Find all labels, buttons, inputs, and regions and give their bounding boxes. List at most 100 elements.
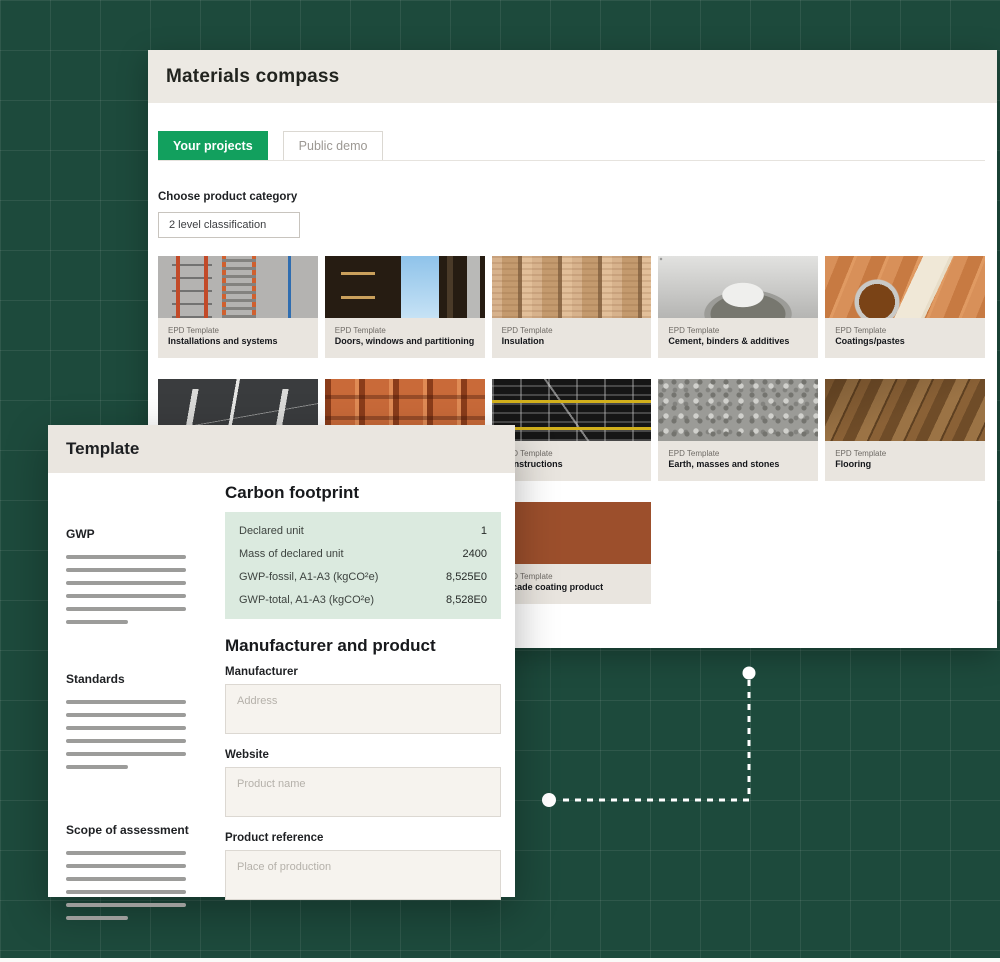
app-header: Materials compass xyxy=(148,50,997,103)
skeleton-line xyxy=(66,916,128,920)
template-section: Standards xyxy=(66,672,186,769)
category-select[interactable]: 2 level classification xyxy=(158,212,300,238)
carbon-footprint-table: Declared unit 1 Mass of declared unit 24… xyxy=(225,512,501,619)
field-label: Product reference xyxy=(225,832,501,844)
skeleton-line xyxy=(66,890,186,894)
product-reference-input[interactable] xyxy=(225,850,501,900)
card-name: Facade coating product xyxy=(502,582,642,593)
category-card-footer: EPD Template Flooring xyxy=(825,441,985,481)
skeleton-line xyxy=(66,851,186,855)
category-card[interactable]: EPD Template Facade coating product xyxy=(492,502,652,604)
skeleton-line xyxy=(66,877,186,881)
skeleton-line xyxy=(66,739,186,743)
template-section: Scope of assessment xyxy=(66,823,186,920)
form-field: Manufacturer xyxy=(225,666,501,739)
manufacturer-heading: Manufacturer and product xyxy=(225,636,501,656)
manufacturer-fields: Manufacturer Website Product reference xyxy=(225,666,501,905)
carbon-row-label: GWP-total, A1-A3 (kgCO²e) xyxy=(239,593,374,607)
skeleton-line xyxy=(66,620,128,624)
card-image-facade xyxy=(492,502,652,564)
card-name: Constructions xyxy=(502,459,642,470)
card-template-label: EPD Template xyxy=(835,325,975,336)
skeleton-line xyxy=(66,555,186,559)
category-select-value: 2 level classification xyxy=(169,219,266,231)
category-card-footer: EPD Template Doors, windows and partitio… xyxy=(325,318,485,358)
tab-public-demo[interactable]: Public demo xyxy=(283,131,384,160)
card-name: Installations and systems xyxy=(168,336,308,347)
template-panel: Template GWP Standards Scope of assessme… xyxy=(48,425,515,897)
page-background: { "app": { "title": "Materials compass" … xyxy=(0,0,1000,962)
template-nav-column: GWP Standards Scope of assessment xyxy=(66,473,186,929)
carbon-footprint-heading: Carbon footprint xyxy=(225,483,501,503)
manufacturer-input[interactable] xyxy=(225,684,501,734)
page-title: Materials compass xyxy=(166,66,339,88)
category-card-footer: EPD Template Insulation xyxy=(492,318,652,358)
tab-your-projects[interactable]: Your projects xyxy=(158,131,268,160)
card-image-gravel xyxy=(658,379,818,441)
template-section: GWP xyxy=(66,527,186,624)
skeleton-line xyxy=(66,726,186,730)
template-section-label: GWP xyxy=(66,527,186,541)
category-card[interactable]: EPD Template Constructions xyxy=(492,379,652,481)
carbon-table-row: Declared unit 1 xyxy=(239,524,487,538)
carbon-table-row: Mass of declared unit 2400 xyxy=(239,547,487,561)
carbon-row-label: GWP-fossil, A1-A3 (kgCO²e) xyxy=(239,570,378,584)
template-section-label: Standards xyxy=(66,672,186,686)
website-input[interactable] xyxy=(225,767,501,817)
template-form-column: Carbon footprint Declared unit 1 Mass of… xyxy=(225,473,501,905)
card-template-label: EPD Template xyxy=(502,571,642,582)
skeleton-lines xyxy=(66,851,186,920)
card-name: Flooring xyxy=(835,459,975,470)
template-panel-header: Template xyxy=(48,425,515,473)
card-image-insulation xyxy=(492,256,652,318)
card-name: Coatings/pastes xyxy=(835,336,975,347)
card-image-coatings xyxy=(825,256,985,318)
template-panel-title: Template xyxy=(66,439,139,459)
card-template-label: EPD Template xyxy=(668,325,808,336)
card-template-label: EPD Template xyxy=(835,448,975,459)
card-template-label: EPD Template xyxy=(668,448,808,459)
field-label: Website xyxy=(225,749,501,761)
skeleton-line xyxy=(66,700,186,704)
carbon-row-label: Declared unit xyxy=(239,524,304,538)
category-card-footer: EPD Template Facade coating product xyxy=(492,564,652,604)
skeleton-line xyxy=(66,568,186,572)
connector-endpoint-dot xyxy=(743,667,756,680)
connector-line xyxy=(558,680,749,800)
carbon-table-row: GWP-fossil, A1-A3 (kgCO²e) 8,525E0 xyxy=(239,570,487,584)
card-image-installations xyxy=(158,256,318,318)
skeleton-line xyxy=(66,864,186,868)
category-card[interactable]: EPD Template Coatings/pastes xyxy=(825,256,985,358)
category-card-footer: EPD Template Earth, masses and stones xyxy=(658,441,818,481)
category-card[interactable]: EPD Template Flooring xyxy=(825,379,985,481)
skeleton-line xyxy=(66,607,186,611)
card-name: Earth, masses and stones xyxy=(668,459,808,470)
category-card-footer: EPD Template Constructions xyxy=(492,441,652,481)
skeleton-line xyxy=(66,903,186,907)
card-template-label: EPD Template xyxy=(502,448,642,459)
skeleton-line xyxy=(66,581,186,585)
carbon-table-row: GWP-total, A1-A3 (kgCO²e) 8,528E0 xyxy=(239,593,487,607)
category-card[interactable]: EPD Template Doors, windows and partitio… xyxy=(325,256,485,358)
page-bottom-strip xyxy=(0,958,1000,962)
category-card[interactable]: EPD Template Installations and systems xyxy=(158,256,318,358)
connector-endpoint-dot xyxy=(542,793,556,807)
skeleton-line xyxy=(66,752,186,756)
card-template-label: EPD Template xyxy=(335,325,475,336)
category-card[interactable]: EPD Template Insulation xyxy=(492,256,652,358)
template-section-label: Scope of assessment xyxy=(66,823,186,837)
template-panel-body: GWP Standards Scope of assessment Carbon… xyxy=(48,473,515,897)
category-card[interactable]: EPD Template Earth, masses and stones xyxy=(658,379,818,481)
card-name: Insulation xyxy=(502,336,642,347)
skeleton-line xyxy=(66,594,186,598)
card-image-cement xyxy=(658,256,818,318)
skeleton-line xyxy=(66,765,128,769)
card-name: Doors, windows and partitioning xyxy=(335,336,475,347)
category-card-footer: EPD Template Installations and systems xyxy=(158,318,318,358)
carbon-row-label: Mass of declared unit xyxy=(239,547,344,561)
category-card-footer: EPD Template Coatings/pastes xyxy=(825,318,985,358)
dotted-connector xyxy=(540,664,760,810)
category-label: Choose product category xyxy=(158,191,985,203)
field-label: Manufacturer xyxy=(225,666,501,678)
category-card[interactable]: EPD Template Cement, binders & additives xyxy=(658,256,818,358)
